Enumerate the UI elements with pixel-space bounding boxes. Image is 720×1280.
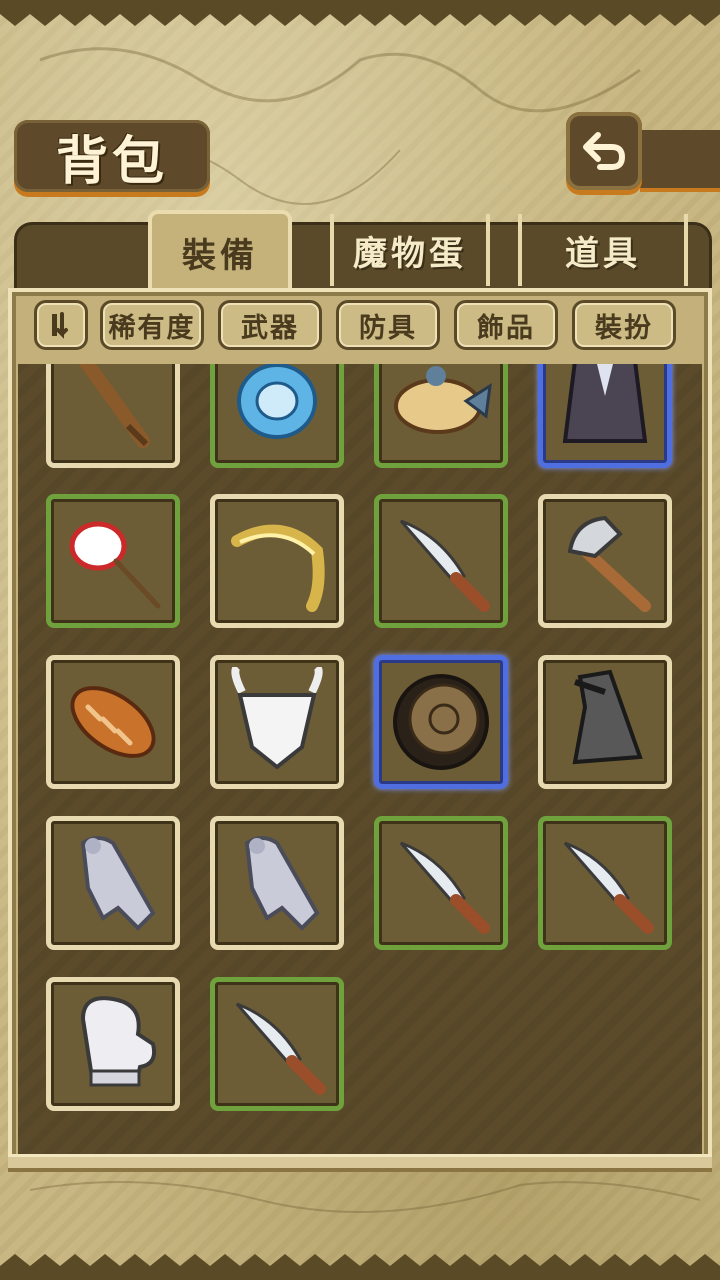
wooden-club-icon [78,364,150,448]
inventory-slot[interactable] [374,364,508,468]
tab-label: 魔物蛋 [353,233,467,274]
filter-rarity-button[interactable]: 稀有度 [100,300,204,350]
fish-pie-icon [394,366,492,434]
tab-label: 裝備 [182,235,258,276]
zigzag-top-border [0,0,720,26]
filter-weapon-button[interactable]: 武器 [218,300,322,350]
inventory-slot[interactable] [538,655,672,789]
filter-armor-button[interactable]: 防具 [336,300,440,350]
filter-label: 裝扮 [595,312,653,344]
inventory-slot[interactable] [46,364,180,468]
grey-cloak-icon [572,669,643,765]
tab-items[interactable]: 道具 [518,214,688,286]
page-title: 背包 [55,130,168,192]
filter-label: 飾品 [477,312,535,344]
bug-net-icon [69,521,161,609]
stone-statue-icon [244,836,320,931]
filter-label: 武器 [241,312,299,344]
inventory-slot[interactable] [538,494,672,628]
filter-accessory-button[interactable]: 飾品 [454,300,558,350]
inventory-slot[interactable] [374,816,508,950]
inventory-slot[interactable] [210,977,344,1111]
title-plate: 背包 [14,120,210,192]
filter-label: 稀有度 [108,312,196,344]
inventory-slot[interactable] [46,655,180,789]
ancient-medallion-icon [393,674,489,770]
stone-statue-icon [80,836,156,931]
inventory-slot[interactable] [46,816,180,950]
return-arrow-icon [583,132,626,170]
back-button[interactable] [566,112,642,190]
sort-toggle-button[interactable] [34,300,88,350]
sort-toggle-icon [52,312,68,339]
filter-label: 防具 [359,312,417,344]
tab-monster-eggs[interactable]: 魔物蛋 [330,214,490,286]
tab-label: 道具 [565,233,641,274]
suit-jacket-icon [562,364,648,443]
inventory-slot[interactable] [538,364,672,468]
header-bar-right [640,130,720,188]
golden-feather-icon [231,524,325,612]
bread-icon [70,686,156,758]
inventory-slot[interactable] [46,977,180,1111]
inventory-slot[interactable] [374,494,508,628]
inventory-slot[interactable] [538,816,672,950]
inventory-slot[interactable] [210,494,344,628]
knife-icon [235,1002,326,1095]
knife-icon [563,841,654,934]
inventory-slot[interactable] [46,494,180,628]
hammer-icon [567,515,651,612]
inventory-slot[interactable] [210,655,344,789]
blue-ring-icon [237,364,317,439]
zigzag-bottom-border [0,1254,720,1280]
inventory-slot[interactable] [374,655,508,789]
bone-armor-icon [231,667,323,770]
inventory-slot[interactable] [210,816,344,950]
inventory-grid[interactable] [18,364,702,1154]
knife-icon [399,519,490,612]
tab-equipment[interactable]: 裝備 [148,210,292,290]
inventory-slot[interactable] [210,364,344,468]
panel-bottom-bar [8,1154,712,1172]
mitten-icon [80,996,157,1087]
knife-icon [399,841,490,934]
filter-costume-button[interactable]: 裝扮 [572,300,676,350]
